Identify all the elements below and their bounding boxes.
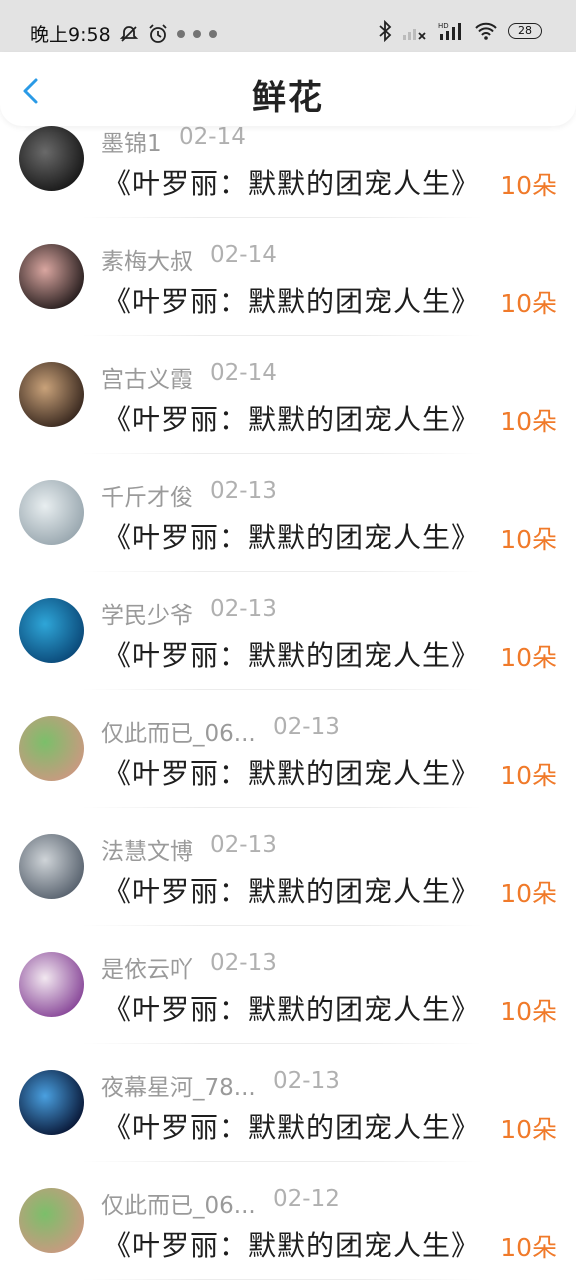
flower-count: 10朵 [500, 761, 557, 790]
status-bar-right: HD 28 [378, 20, 542, 42]
user-name: 是依云吖 [101, 957, 193, 983]
book-title: 《叶罗丽：默默的团宠人生》 [103, 757, 481, 790]
gift-date: 02-13 [210, 832, 277, 858]
signal-no-service-icon [402, 21, 428, 41]
battery-indicator: 28 [508, 23, 542, 39]
avatar[interactable] [19, 716, 84, 781]
user-name: 墨锦1 [101, 131, 162, 157]
avatar[interactable] [19, 598, 84, 663]
avatar[interactable] [19, 244, 84, 309]
gift-date: 02-14 [210, 242, 277, 268]
mute-bell-icon [119, 24, 139, 44]
avatar[interactable] [19, 126, 84, 191]
bluetooth-icon [378, 20, 392, 42]
status-time: 晚上9:58 [30, 24, 111, 46]
book-title: 《叶罗丽：默默的团宠人生》 [103, 1111, 481, 1144]
gift-date: 02-14 [210, 360, 277, 386]
user-name: 仅此而已_06... [101, 1193, 256, 1219]
list-item[interactable]: 千斤才俊 02-13 《叶罗丽：默默的团宠人生》 10朵 [0, 454, 576, 572]
flower-count: 10朵 [500, 289, 557, 318]
avatar[interactable] [19, 834, 84, 899]
flower-count: 10朵 [500, 525, 557, 554]
flower-record-list: 墨锦1 02-14 《叶罗丽：默默的团宠人生》 10朵 素梅大叔 02-14 《叶罗丽：默默… [0, 100, 576, 1280]
list-item[interactable]: 夜幕星河_78... 02-13 《叶罗丽：默默的团宠人生》 10朵 [0, 1044, 576, 1162]
notification-app-icon [192, 29, 201, 38]
flower-count: 10朵 [500, 407, 557, 436]
avatar[interactable] [19, 1188, 84, 1253]
notification-app-icon [176, 29, 185, 38]
book-title: 《叶罗丽：默默的团宠人生》 [103, 639, 481, 672]
user-name: 宫古义霞 [101, 367, 193, 393]
flower-count: 10朵 [500, 171, 557, 200]
page-title: 鲜花 [252, 78, 324, 118]
book-title: 《叶罗丽：默默的团宠人生》 [103, 167, 481, 200]
list-item[interactable]: 素梅大叔 02-14 《叶罗丽：默默的团宠人生》 10朵 [0, 218, 576, 336]
book-title: 《叶罗丽：默默的团宠人生》 [103, 403, 481, 436]
gift-date: 02-13 [210, 478, 277, 504]
notification-app-icon [208, 29, 217, 38]
list-item[interactable]: 学民少爷 02-13 《叶罗丽：默默的团宠人生》 10朵 [0, 572, 576, 690]
book-title: 《叶罗丽：默默的团宠人生》 [103, 285, 481, 318]
book-title: 《叶罗丽：默默的团宠人生》 [103, 521, 481, 554]
list-item[interactable]: 是依云吖 02-13 《叶罗丽：默默的团宠人生》 10朵 [0, 926, 576, 1044]
gift-date: 02-13 [210, 950, 277, 976]
wifi-icon [474, 21, 498, 41]
signal-hd-icon: HD [438, 21, 464, 41]
status-bar-left: 晚上9:58 [30, 20, 217, 47]
book-title: 《叶罗丽：默默的团宠人生》 [103, 1229, 481, 1262]
list-item[interactable]: 仅此而已_06... 02-12 《叶罗丽：默默的团宠人生》 10朵 [0, 1162, 576, 1280]
user-name: 夜幕星河_78... [101, 1075, 256, 1101]
list-item[interactable]: 法慧文博 02-13 《叶罗丽：默默的团宠人生》 10朵 [0, 808, 576, 926]
alarm-clock-icon [147, 23, 169, 45]
flower-count: 10朵 [500, 1233, 557, 1262]
avatar[interactable] [19, 480, 84, 545]
flower-count: 10朵 [500, 643, 557, 672]
gift-date: 02-12 [273, 1186, 340, 1212]
gift-date: 02-13 [273, 714, 340, 740]
user-name: 法慧文博 [101, 839, 193, 865]
avatar[interactable] [19, 1070, 84, 1135]
status-bar: 晚上9:58 HD 28 [0, 0, 576, 52]
book-title: 《叶罗丽：默默的团宠人生》 [103, 993, 481, 1026]
user-name: 仅此而已_06... [101, 721, 256, 747]
avatar[interactable] [19, 952, 84, 1017]
gift-date: 02-13 [210, 596, 277, 622]
user-name: 学民少爷 [101, 603, 193, 629]
user-name: 千斤才俊 [101, 485, 193, 511]
flower-count: 10朵 [500, 879, 557, 908]
top-navigation-bar: 鲜花 [0, 52, 576, 126]
list-item[interactable]: 仅此而已_06... 02-13 《叶罗丽：默默的团宠人生》 10朵 [0, 690, 576, 808]
gift-date: 02-14 [179, 124, 246, 150]
avatar[interactable] [19, 362, 84, 427]
flower-count: 10朵 [500, 997, 557, 1026]
list-item[interactable]: 宫古义霞 02-14 《叶罗丽：默默的团宠人生》 10朵 [0, 336, 576, 454]
flower-count: 10朵 [500, 1115, 557, 1144]
book-title: 《叶罗丽：默默的团宠人生》 [103, 875, 481, 908]
svg-text:HD: HD [438, 22, 449, 30]
gift-date: 02-13 [273, 1068, 340, 1094]
user-name: 素梅大叔 [101, 249, 193, 275]
